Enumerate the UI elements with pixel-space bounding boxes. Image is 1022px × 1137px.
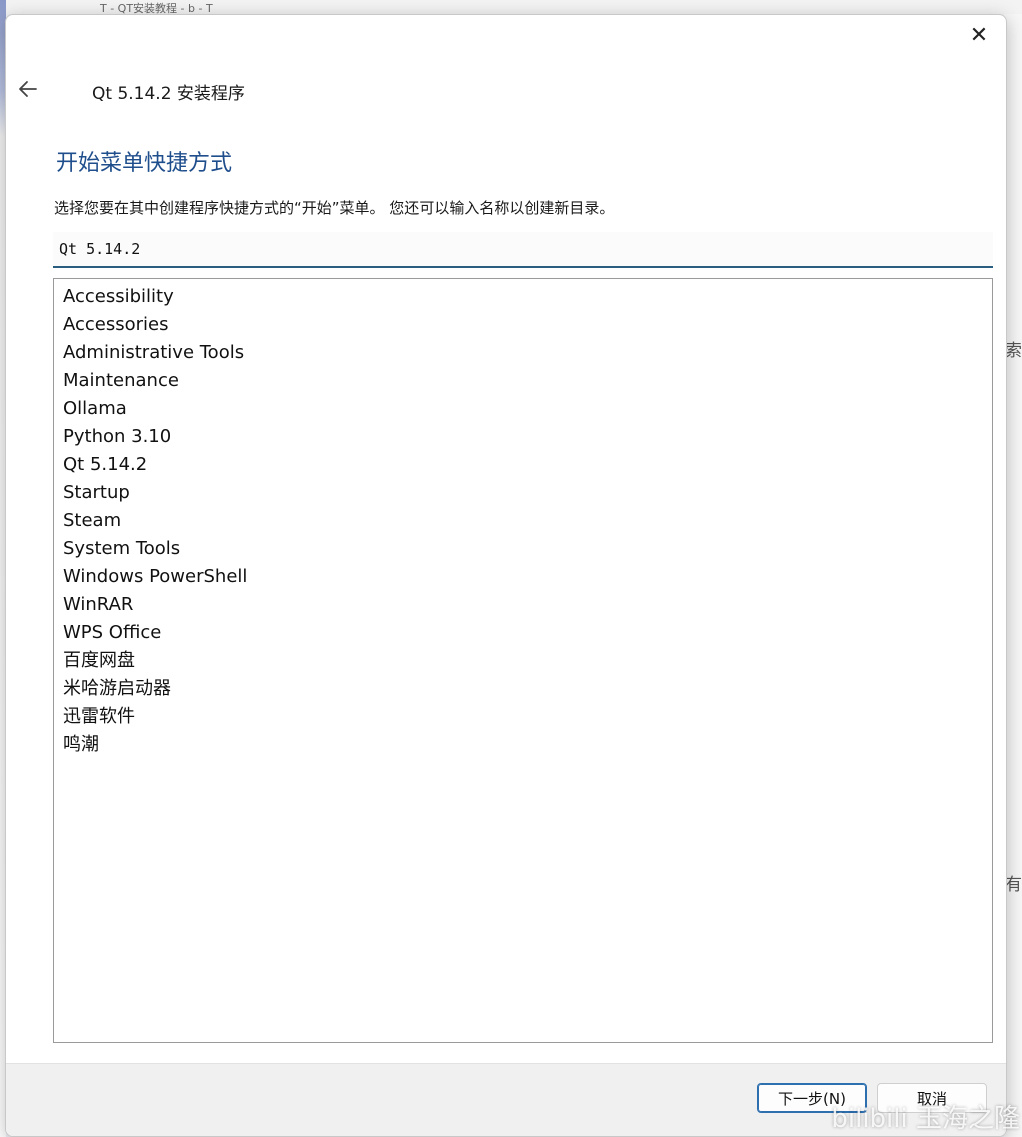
watermark: bilibili 玉海之隆 (831, 1104, 1020, 1134)
start-menu-folder-input[interactable] (53, 232, 993, 268)
close-icon: ✕ (969, 23, 989, 48)
list-item[interactable]: 迅雷软件 (54, 703, 992, 731)
list-item[interactable]: Maintenance (54, 367, 992, 395)
list-item[interactable]: Qt 5.14.2 (54, 451, 992, 479)
list-item[interactable]: WPS Office (54, 619, 992, 647)
list-item[interactable]: Windows PowerShell (54, 563, 992, 591)
list-item[interactable]: System Tools (54, 535, 992, 563)
background-text: 有 (1005, 875, 1022, 895)
list-item[interactable]: Accessories (54, 311, 992, 339)
back-button[interactable] (16, 77, 40, 101)
list-item[interactable]: Steam (54, 507, 992, 535)
background-window-titlebar: T - QT安装教程 - b - T (0, 0, 1022, 15)
start-menu-folder-list[interactable]: Accessibility Accessories Administrative… (53, 278, 993, 1043)
list-item[interactable]: 鸣潮 (54, 731, 992, 759)
list-item[interactable]: Administrative Tools (54, 339, 992, 367)
list-item[interactable]: Python 3.10 (54, 423, 992, 451)
list-item[interactable]: 百度网盘 (54, 647, 992, 675)
list-item[interactable]: Ollama (54, 395, 992, 423)
page-description: 选择您要在其中创建程序快捷方式的“开始”菜单。 您还可以输入名称以创建新目录。 (54, 199, 615, 217)
installer-dialog: ✕ Qt 5.14.2 安装程序 开始菜单快捷方式 选择您要在其中创建程序快捷方… (5, 14, 1007, 1137)
page-heading: 开始菜单快捷方式 (56, 151, 233, 176)
list-item[interactable]: WinRAR (54, 591, 992, 619)
list-item[interactable]: Startup (54, 479, 992, 507)
arrow-left-icon (19, 81, 37, 97)
list-item[interactable]: Accessibility (54, 283, 992, 311)
close-button[interactable]: ✕ (966, 23, 992, 49)
background-text: 索 (1005, 341, 1022, 361)
list-item[interactable]: 米哈游启动器 (54, 675, 992, 703)
app-title: Qt 5.14.2 安装程序 (92, 84, 245, 104)
